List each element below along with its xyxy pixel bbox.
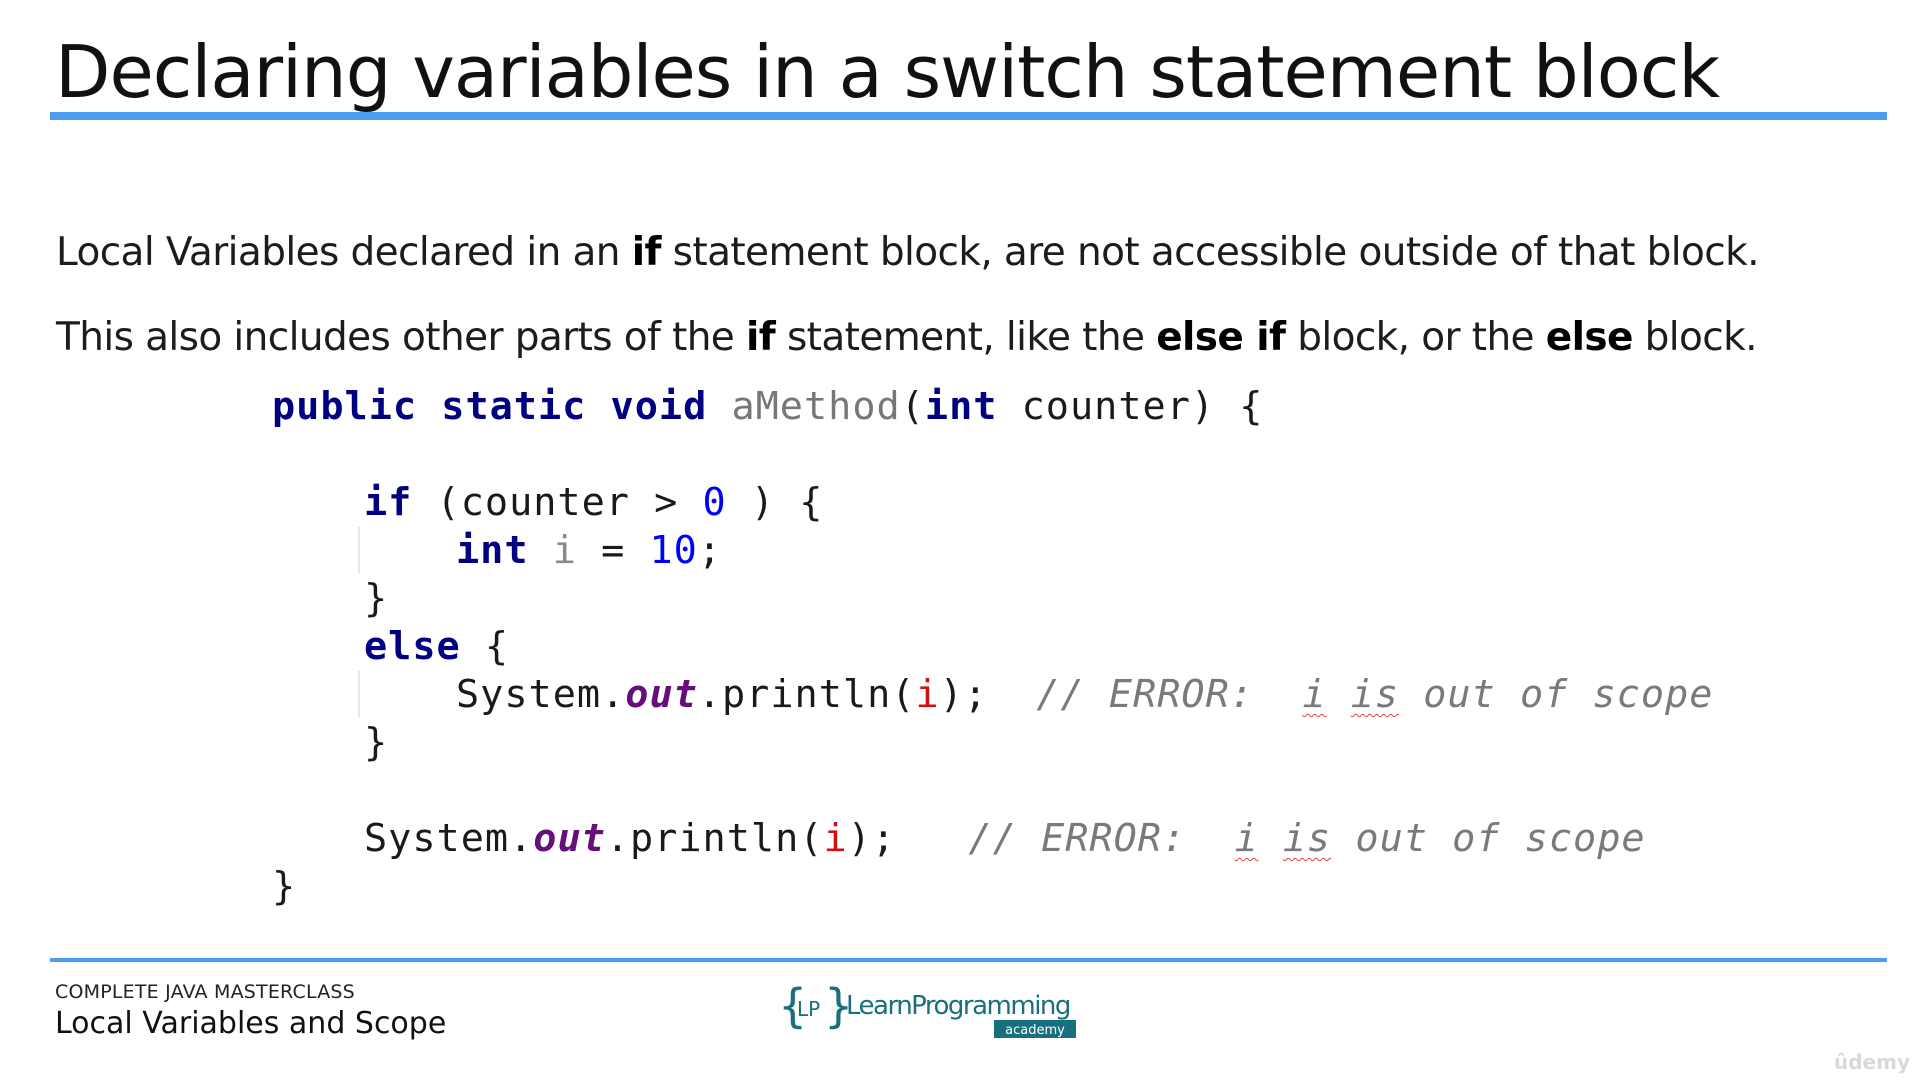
logo-sub-text: academy	[1005, 1023, 1065, 1038]
code-text: );	[939, 672, 988, 717]
comment-text: out of scope	[1399, 672, 1714, 717]
code-text: System.	[364, 816, 534, 861]
paragraph-text: statement block, are not accessible outs…	[660, 230, 1760, 275]
keyword-else-if: else if	[1156, 315, 1286, 360]
paragraph-text: Local Variables declared in an	[56, 230, 632, 275]
comment-spell-word: is	[1282, 816, 1332, 861]
code-comment: // ERROR: i is out of scope	[1036, 672, 1713, 717]
comment-text	[1327, 672, 1351, 717]
code-number: 10	[649, 528, 698, 573]
code-text: (	[900, 384, 925, 429]
keyword-if: if	[746, 315, 776, 360]
code-text: =	[576, 528, 650, 573]
code-text: System.	[456, 672, 626, 717]
code-line-println-inner: System.out.println(i); // ERROR: i is ou…	[272, 671, 1713, 719]
footer-divider	[50, 958, 1887, 962]
code-text: }	[364, 720, 389, 765]
code-text: ) {	[726, 480, 824, 525]
code-text: counter) {	[997, 384, 1264, 429]
code-line-close-brace: }	[272, 575, 1713, 623]
code-line-else: else {	[272, 623, 1713, 671]
title-divider	[50, 112, 1887, 120]
paragraph-else-block: This also includes other parts of the if…	[56, 313, 1758, 363]
code-comment: // ERROR: i is out of scope	[969, 816, 1646, 861]
logo-mark: LP	[797, 997, 820, 1021]
code-text: .println(	[697, 672, 916, 717]
code-text: (counter >	[412, 480, 703, 525]
udemy-watermark: ûdemy	[1834, 1050, 1910, 1074]
course-name: COMPLETE JAVA MASTERCLASS	[55, 981, 355, 1003]
code-line-method-close: }	[272, 863, 1713, 911]
comment-spell-word: i	[1234, 816, 1259, 861]
keyword-else: else	[1545, 315, 1634, 360]
code-keyword: public	[272, 384, 418, 429]
learnprogramming-logo: { LP } LearnProgramming academy	[778, 979, 1076, 1038]
keyword-if: if	[631, 230, 662, 275]
code-line-close-brace: }	[272, 719, 1713, 767]
paragraph-if-block: Local Variables declared in an if statem…	[56, 228, 1760, 278]
paragraph-text: statement, like the	[775, 315, 1157, 360]
code-line-declaration: int i = 10;	[272, 527, 1713, 575]
paragraph-text: block, or the	[1285, 315, 1546, 360]
code-field: out	[533, 816, 606, 861]
code-line-method-signature: public static void aMethod(int counter) …	[272, 383, 1713, 431]
code-field: out	[625, 672, 698, 717]
comment-spell-word: is	[1350, 672, 1400, 717]
code-variable: i	[552, 528, 577, 573]
comment-spell-word: i	[1302, 672, 1327, 717]
lesson-name: Local Variables and Scope	[55, 1006, 447, 1041]
code-keyword: else	[364, 624, 461, 669]
comment-text: // ERROR:	[968, 816, 1235, 861]
code-error-variable: i	[915, 672, 940, 717]
slide-title: Declaring variables in a switch statemen…	[55, 30, 1720, 114]
code-text: );	[847, 816, 896, 861]
code-error-variable: i	[823, 816, 848, 861]
paragraph-text: This also includes other parts of the	[56, 315, 746, 360]
indent-guide	[358, 527, 360, 573]
code-number: 0	[702, 480, 727, 525]
comment-text: // ERROR:	[1036, 672, 1303, 717]
paragraph-text: block.	[1632, 315, 1758, 360]
code-method-name: aMethod	[731, 384, 901, 429]
code-line-println-outer: System.out.println(i); // ERROR: i is ou…	[272, 815, 1713, 863]
indent-guide	[358, 671, 360, 717]
code-text: ;	[697, 528, 723, 573]
code-text: }	[272, 864, 297, 909]
code-text: {	[460, 624, 510, 669]
logo-wordmark: LearnProgramming	[846, 991, 1070, 1021]
code-text: }	[364, 576, 389, 621]
code-keyword: int	[456, 528, 529, 573]
code-text: .println(	[605, 816, 824, 861]
code-block: public static void aMethod(int counter) …	[272, 383, 1713, 911]
code-keyword: int	[924, 384, 998, 429]
code-line-if: if (counter > 0 ) {	[272, 479, 1713, 527]
comment-text	[1259, 816, 1283, 861]
code-keyword: if	[364, 480, 413, 525]
code-keyword: static	[441, 384, 587, 429]
comment-text: out of scope	[1331, 816, 1646, 861]
code-keyword: void	[610, 384, 708, 429]
